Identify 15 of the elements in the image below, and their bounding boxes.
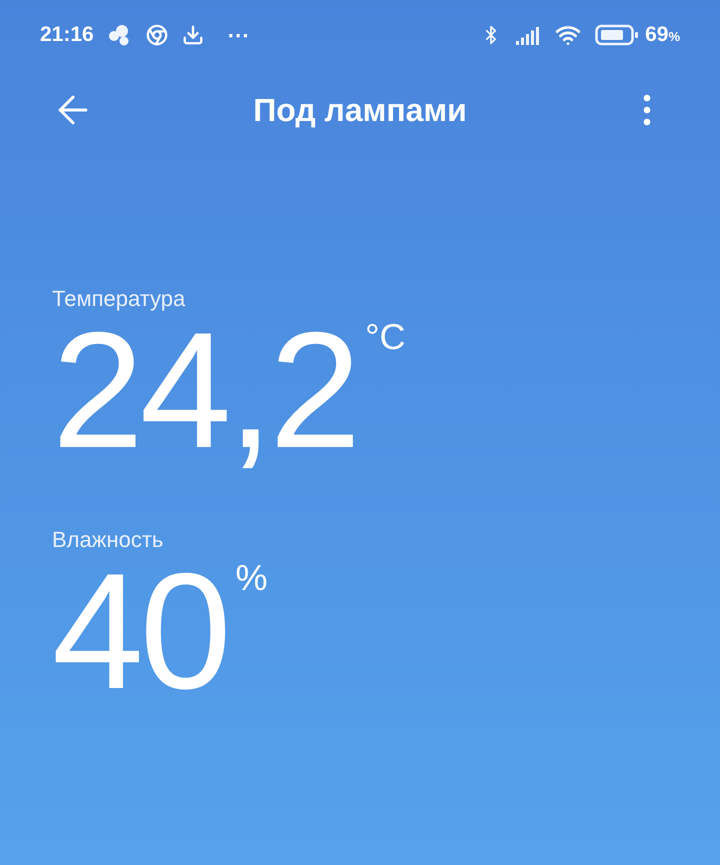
reading-value: 40 — [52, 556, 228, 706]
page-title: Под лампами — [252, 91, 468, 130]
more-notifications: ··· — [228, 22, 250, 50]
battery-percent: 69 — [645, 22, 668, 48]
signal-icon — [515, 25, 542, 45]
status-time: 21:16 — [40, 22, 94, 48]
reading-unit: % — [236, 560, 268, 596]
reading-label: Температура — [52, 285, 186, 313]
download-icon — [182, 24, 204, 46]
menu-icon — [643, 94, 651, 126]
browser-icon — [146, 24, 168, 46]
battery-unit: % — [668, 28, 680, 46]
reading-unit: °C — [365, 319, 406, 355]
reading-label: Влажность — [52, 526, 164, 554]
battery-icon — [595, 24, 640, 46]
